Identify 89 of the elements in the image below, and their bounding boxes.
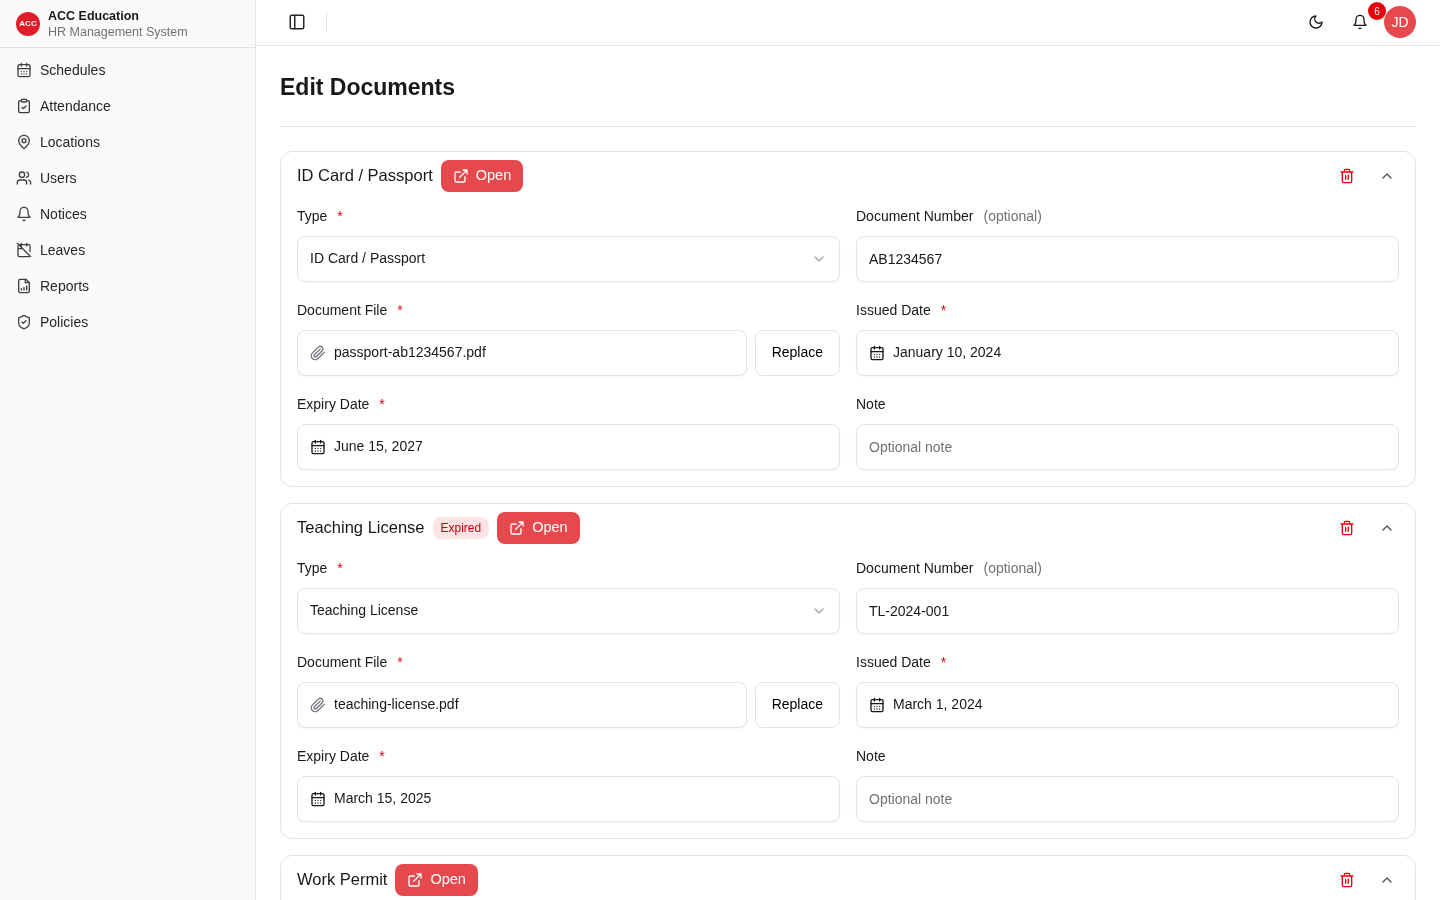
text-field[interactable]: Optional note	[856, 423, 1399, 470]
date-value: June 15, 2027	[334, 437, 423, 456]
select-value: ID Card / Passport	[310, 249, 427, 268]
date-field[interactable]: March 1, 2024	[856, 681, 1399, 728]
bell-icon	[1352, 14, 1368, 31]
shield-check-icon	[16, 314, 32, 330]
required-mark: *	[397, 300, 403, 318]
notification-count: 6	[1368, 2, 1386, 21]
field-label: Issued Date	[856, 300, 931, 318]
user-avatar[interactable]: JD	[1384, 6, 1416, 39]
sidebar-item[interactable]: Notices	[0, 196, 255, 232]
open-button[interactable]: Open	[440, 159, 524, 192]
replace-button[interactable]: Replace	[754, 681, 840, 728]
field-label: Type	[297, 558, 328, 576]
field-label: Type	[297, 206, 328, 224]
select-value: Teaching License	[310, 601, 420, 620]
calendar-icon	[869, 344, 885, 361]
clipboard-check-icon	[16, 98, 32, 114]
logo: ACC	[16, 11, 40, 36]
text-field[interactable]: AB1234567	[856, 235, 1399, 282]
required-mark: *	[379, 746, 385, 764]
optional-hint: (optional)	[983, 558, 1042, 576]
external-link-icon	[452, 167, 469, 184]
text-field[interactable]: Optional note	[856, 775, 1399, 822]
document-title: Work Permit	[297, 869, 388, 891]
calendar-icon	[310, 790, 326, 807]
page-title: Edit Documents	[280, 73, 457, 102]
required-mark: *	[940, 652, 947, 670]
sidebar-item[interactable]: Schedules	[0, 52, 255, 88]
field-label: Issued Date	[856, 652, 931, 670]
notifications-button[interactable]	[1352, 14, 1368, 31]
file-name: passport-ab1234567.pdf	[334, 343, 486, 362]
field-label: Note	[856, 394, 886, 412]
sidebar-item[interactable]: Leaves	[0, 232, 255, 268]
open-button[interactable]: Open	[497, 511, 580, 544]
select-field[interactable]: ID Card / Passport	[297, 235, 840, 282]
panel-icon	[288, 13, 306, 32]
bell-icon	[16, 206, 32, 222]
calendar-icon	[869, 696, 885, 713]
expired-tag: Expired	[432, 516, 490, 539]
required-mark: *	[379, 394, 385, 412]
sidebar-item[interactable]: Users	[0, 160, 255, 196]
date-field[interactable]: January 10, 2024	[856, 329, 1399, 376]
date-value: March 1, 2024	[893, 695, 983, 714]
sidebar-item[interactable]: Attendance	[0, 88, 255, 124]
replace-button[interactable]: Replace	[754, 329, 840, 376]
file-chart-icon	[16, 278, 32, 294]
file-field[interactable]: passport-ab1234567.pdf	[297, 329, 747, 376]
trash-icon	[1339, 167, 1355, 184]
field-label: Document File	[297, 652, 388, 670]
required-mark: *	[940, 300, 947, 318]
sidebar-item[interactable]: Locations	[0, 124, 255, 160]
date-value: March 15, 2025	[334, 789, 432, 808]
calendar-icon	[16, 62, 32, 78]
field-label: Document Number	[856, 558, 974, 576]
date-field[interactable]: June 15, 2027	[297, 423, 840, 470]
file-name: teaching-license.pdf	[334, 695, 459, 714]
calendar-icon	[310, 438, 326, 455]
select-field[interactable]: Teaching License	[297, 587, 840, 634]
document-title: Teaching License	[297, 517, 425, 539]
field-label: Note	[856, 746, 886, 764]
field-label: Expiry Date	[297, 394, 370, 412]
paperclip-icon	[310, 344, 326, 361]
brand-name: ACC Education	[48, 7, 140, 24]
date-value: January 10, 2024	[893, 343, 1002, 362]
trash-icon	[1339, 871, 1355, 888]
document-title: ID Card / Passport	[297, 165, 433, 187]
users-icon	[16, 170, 32, 186]
required-mark: *	[337, 206, 343, 224]
field-label: Document Number	[856, 206, 974, 224]
calendar-off-icon	[16, 242, 32, 258]
external-link-icon	[509, 519, 526, 536]
sidebar-item[interactable]: Reports	[0, 268, 255, 304]
optional-hint: (optional)	[983, 206, 1042, 224]
required-mark: *	[337, 558, 343, 576]
date-field[interactable]: March 15, 2025	[297, 775, 840, 822]
field-label: Expiry Date	[297, 746, 370, 764]
brand-subtitle: HR Management System	[48, 23, 188, 40]
field-label: Document File	[297, 300, 388, 318]
external-link-icon	[407, 871, 424, 888]
trash-icon	[1339, 519, 1355, 536]
open-button[interactable]: Open	[395, 863, 478, 896]
moon-icon	[1308, 14, 1324, 31]
paperclip-icon	[310, 696, 326, 713]
text-field[interactable]: TL-2024-001	[856, 587, 1399, 634]
file-field[interactable]: teaching-license.pdf	[297, 681, 747, 728]
sidebar-item[interactable]: Policies	[0, 304, 255, 340]
map-pin-icon	[16, 134, 32, 150]
required-mark: *	[397, 652, 403, 670]
